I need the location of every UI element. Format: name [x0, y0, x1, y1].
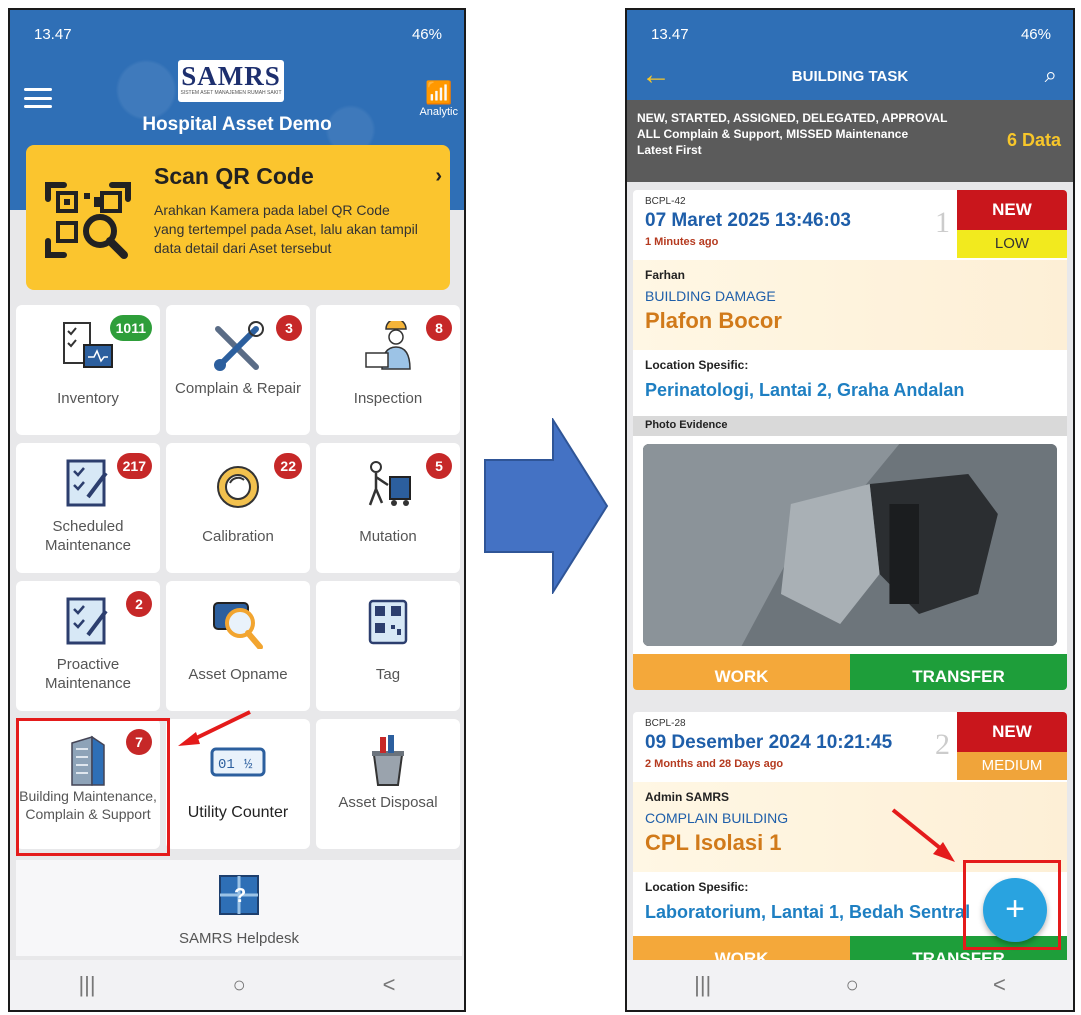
helpdesk-icon: ? — [219, 875, 259, 915]
page-title: BUILDING TASK — [791, 68, 909, 85]
tile-calibration[interactable]: 22 Calibration — [166, 443, 310, 573]
disposal-icon — [372, 735, 404, 786]
samrs-logo: SAMRS SISTEM ASET MANAJEMEN RUMAH SAKIT — [178, 60, 284, 102]
status-time: 13.47 — [651, 25, 689, 43]
system-nav-bar: ||| ○ < — [10, 960, 464, 1010]
status-badge: NEW — [957, 190, 1067, 230]
tile-inventory[interactable]: 1011 Inventory — [16, 305, 160, 435]
qr-scan-icon — [45, 182, 131, 259]
badge-inspection: 8 — [426, 315, 452, 341]
tile-scheduled-maintenance[interactable]: 217 Scheduled Maintenance — [16, 443, 160, 573]
status-battery: 46% — [411, 25, 442, 43]
back-button[interactable]: < — [383, 972, 396, 998]
status-bar: 13.47 46% — [627, 10, 1073, 58]
qr-title: Scan QR Code — [154, 163, 314, 189]
task-card[interactable]: BCPL-42 07 Maret 2025 13:46:03 1 Minutes… — [633, 190, 1067, 690]
add-task-button[interactable]: + — [983, 878, 1047, 942]
photo-evidence[interactable] — [643, 444, 1057, 646]
home-screen: SAMRS SISTEM ASET MANAJEMEN RUMAH SAKIT … — [8, 8, 466, 1012]
tile-complain-repair[interactable]: 3 Complain & Repair — [166, 305, 310, 435]
qr-tag-icon — [368, 599, 408, 645]
badge-inventory: 1011 — [109, 315, 152, 341]
tile-asset-disposal[interactable]: Asset Disposal — [316, 719, 460, 849]
work-button[interactable]: WORK — [633, 654, 850, 690]
back-button[interactable]: < — [993, 972, 1006, 998]
tile-tag[interactable]: Tag — [316, 581, 460, 711]
analytic-button[interactable]: 📶 Analytic — [419, 80, 458, 118]
counter-half-digit: ½ — [244, 757, 253, 773]
wrench-icon — [214, 321, 264, 371]
building-task-screen: ← BUILDING TASK ⌕ 13.47 46% NEW, STARTED… — [625, 8, 1075, 1012]
checklist-icon — [66, 597, 108, 645]
status-battery: 46% — [1020, 25, 1051, 43]
highlight-building-tile — [16, 718, 170, 856]
menu-icon[interactable] — [24, 88, 52, 108]
tile-asset-opname[interactable]: Asset Opname — [166, 581, 310, 711]
svg-text:?: ? — [234, 885, 246, 907]
priority-badge: MEDIUM — [957, 752, 1067, 780]
chart-icon: 📶 — [425, 80, 453, 105]
badge-calibration: 22 — [274, 453, 302, 479]
transfer-button[interactable]: TRANSFER — [850, 654, 1067, 690]
inventory-icon — [63, 322, 113, 368]
data-count: 6 Data — [1006, 130, 1061, 150]
scan-qr-card[interactable]: Scan QR Code Arahkan Kamera pada label Q… — [26, 145, 450, 290]
mutation-icon — [368, 461, 411, 506]
recent-apps-button[interactable]: ||| — [694, 972, 711, 998]
transition-arrow — [484, 418, 609, 594]
badge-mutation: 5 — [426, 453, 452, 479]
checklist-icon — [66, 459, 108, 507]
red-pointer-arrow — [178, 710, 251, 746]
badge-complain: 3 — [276, 315, 302, 341]
helpdesk-button[interactable]: ? SAMRS Helpdesk — [16, 860, 462, 956]
tile-proactive-maintenance[interactable]: 2 Proactive Maintenance — [16, 581, 160, 711]
chevron-right-icon: › — [435, 165, 442, 187]
badge-scheduled: 217 — [116, 453, 152, 479]
priority-badge: LOW — [957, 230, 1067, 258]
status-time: 13.47 — [34, 25, 72, 43]
inspection-icon — [365, 321, 411, 370]
status-bar: 13.47 46% — [10, 10, 464, 58]
home-button[interactable]: ○ — [232, 972, 245, 998]
page-title: Hospital Asset Demo — [142, 114, 332, 135]
status-badge: NEW — [957, 712, 1067, 752]
tile-inspection[interactable]: 8 Inspection — [316, 305, 460, 435]
camera-search-icon — [213, 602, 263, 649]
filter-summary[interactable]: NEW, STARTED, ASSIGNED, DELEGATED, APPRO… — [627, 100, 1073, 182]
badge-proactive: 2 — [126, 591, 152, 617]
home-button[interactable]: ○ — [845, 972, 858, 998]
recent-apps-button[interactable]: ||| — [78, 972, 95, 998]
counter-digits: 01 — [218, 757, 235, 773]
red-pointer-arrow — [891, 808, 955, 862]
tile-mutation[interactable]: 5 Mutation — [316, 443, 460, 573]
damaged-ceiling-image — [643, 444, 1057, 646]
calibration-icon — [217, 466, 259, 508]
system-nav-bar: ||| ○ < — [627, 960, 1073, 1010]
qr-description: Arahkan Kamera pada label QR Code yang t… — [154, 202, 418, 256]
search-icon[interactable]: ⌕ — [1045, 62, 1057, 88]
